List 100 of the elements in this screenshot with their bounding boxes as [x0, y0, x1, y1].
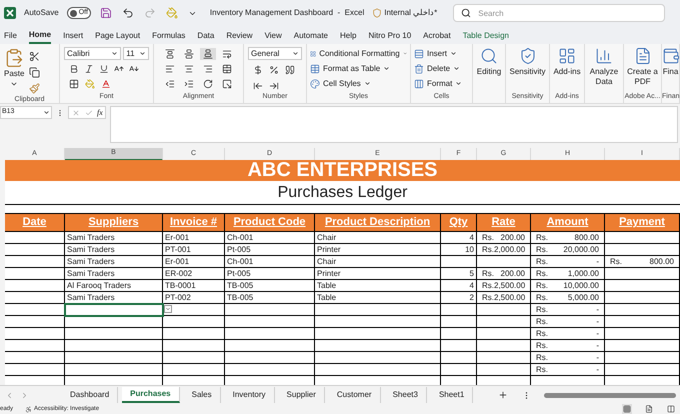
caret-icon: [402, 50, 407, 57]
font-color-button[interactable]: [100, 78, 112, 90]
column-heading: Qty: [441, 214, 477, 232]
table-cell: [5, 244, 65, 256]
search-icon: [480, 47, 498, 65]
search-field[interactable]: Search: [453, 4, 666, 22]
previous-sheet-icon: [5, 390, 14, 400]
ribbon-tab[interactable]: Nitro Pro 10: [368, 28, 412, 44]
ribbon-tab[interactable]: Data: [197, 28, 214, 44]
sheet-tab[interactable]: Sheet1: [430, 387, 474, 403]
page-break-button[interactable]: [666, 404, 676, 414]
amount-value: 200.00: [500, 268, 525, 279]
bold-button[interactable]: [68, 63, 80, 75]
ribbon-command[interactable]: Format as Table: [310, 62, 407, 75]
table-cell: Table: [315, 280, 441, 292]
ribbon-big-button[interactable]: Create a PDF: [625, 47, 660, 87]
sheet-tab[interactable]: Purchases: [122, 387, 180, 403]
insert-function-button[interactable]: fx: [97, 106, 103, 118]
ribbon-command[interactable]: Format: [414, 77, 469, 90]
undo-button[interactable]: [120, 6, 135, 20]
sheet-tab[interactable]: Inventory: [224, 387, 275, 403]
next-sheet-icon: [20, 390, 29, 400]
comma-style-button[interactable]: [284, 64, 296, 76]
copy-button[interactable]: [28, 66, 42, 79]
ribbon-tab[interactable]: Table Design: [462, 28, 509, 44]
font-size-dropdown[interactable]: 11: [123, 47, 149, 60]
ribbon-big-button[interactable]: Add-ins: [553, 47, 581, 77]
ribbon-tab[interactable]: Page Layout: [95, 28, 140, 44]
table-cell: [5, 292, 65, 304]
number-format-dropdown[interactable]: General: [248, 47, 302, 60]
ribbon-big-button[interactable]: Sensitivity: [510, 47, 546, 77]
wrap-text-icon: [222, 49, 232, 59]
caret-icon: [453, 65, 460, 72]
horizontal-scrollbar[interactable]: [544, 392, 676, 398]
italic-button[interactable]: [83, 63, 95, 75]
fill-color-button[interactable]: [164, 6, 179, 20]
table-cell: Sami Traders: [65, 256, 163, 268]
table-cell: [441, 256, 477, 268]
align-center-icon: [184, 64, 194, 74]
ribbon-big-button[interactable]: Analyze Data: [586, 47, 622, 87]
ribbon-tab[interactable]: Review: [226, 28, 253, 44]
currency-label: Rs.: [536, 352, 548, 363]
ribbon-tab[interactable]: File: [4, 28, 17, 44]
borders-button[interactable]: [68, 78, 80, 90]
cut-button[interactable]: [28, 50, 42, 63]
decrease-decimal-icon: [269, 81, 279, 91]
page-layout-button[interactable]: [644, 404, 654, 414]
middle-align-icon: [184, 49, 194, 59]
ribbon-tab[interactable]: Formulas: [152, 28, 186, 44]
ribbon-command[interactable]: Conditional Formatting: [310, 47, 407, 60]
ribbon-big-button[interactable]: Editing: [476, 47, 502, 77]
redo-icon: [144, 7, 156, 19]
amount-value: -: [596, 328, 599, 339]
currency-label: Rs.: [536, 364, 548, 375]
formula-input[interactable]: [110, 106, 678, 143]
ribbon-tab[interactable]: Automate: [294, 28, 328, 44]
fill-color-button[interactable]: [84, 78, 96, 90]
sheet-tab[interactable]: Supplier: [278, 387, 325, 403]
paste-button[interactable]: Paste: [4, 48, 24, 95]
increase-decimal-button[interactable]: [252, 80, 264, 92]
save-button[interactable]: [98, 6, 113, 20]
ribbon-command[interactable]: Cell Styles: [310, 77, 407, 90]
caret-icon: [292, 50, 299, 57]
ribbon-tab[interactable]: Help: [340, 28, 356, 44]
fill-color-icon: [85, 79, 95, 89]
sheet-tab[interactable]: Sales: [184, 387, 221, 403]
caret-icon: [450, 50, 458, 57]
table-cell: [441, 328, 477, 340]
ribbon-tab[interactable]: Acrobat: [423, 28, 451, 44]
column-heading: Suppliers: [65, 214, 163, 232]
decrease-decimal-button[interactable]: [268, 80, 280, 92]
currency-button[interactable]: [252, 64, 264, 76]
ribbon-big-button[interactable]: Fina: [662, 47, 680, 77]
currency-label: Rs.: [482, 280, 494, 291]
bottom-align-button[interactable]: [200, 48, 216, 60]
increase-decimal-icon: [253, 81, 263, 91]
direction-icon: [222, 79, 232, 89]
percent-button[interactable]: [268, 64, 280, 76]
column-heading: Rate: [477, 214, 531, 232]
shield-icon: [518, 47, 536, 65]
add-sheet-icon: [498, 390, 508, 400]
table-cell: [163, 352, 225, 364]
ribbon-command[interactable]: Delete: [414, 62, 469, 75]
table-cell: Printer: [315, 268, 441, 280]
currency-label: Rs.: [536, 340, 548, 351]
table-cell: 5: [441, 268, 477, 280]
normal-view-button[interactable]: [622, 404, 632, 414]
sheet-tab[interactable]: Dashboard: [62, 387, 118, 403]
table-cell: [441, 352, 477, 364]
grow-font-icon: [114, 64, 124, 74]
ribbon-command[interactable]: Insert: [414, 47, 469, 60]
font-name-dropdown[interactable]: Calibri: [64, 47, 122, 60]
underline-button[interactable]: [98, 63, 110, 75]
table-cell: Sami Traders: [65, 292, 163, 304]
undo-icon: [122, 7, 134, 19]
ribbon-tab[interactable]: View: [264, 28, 282, 44]
currency-label: Rs.: [536, 232, 548, 243]
sheet-tab[interactable]: Customer: [328, 387, 381, 403]
sheet-tab[interactable]: Sheet3: [384, 387, 427, 403]
ribbon-tab[interactable]: Insert: [63, 28, 84, 44]
